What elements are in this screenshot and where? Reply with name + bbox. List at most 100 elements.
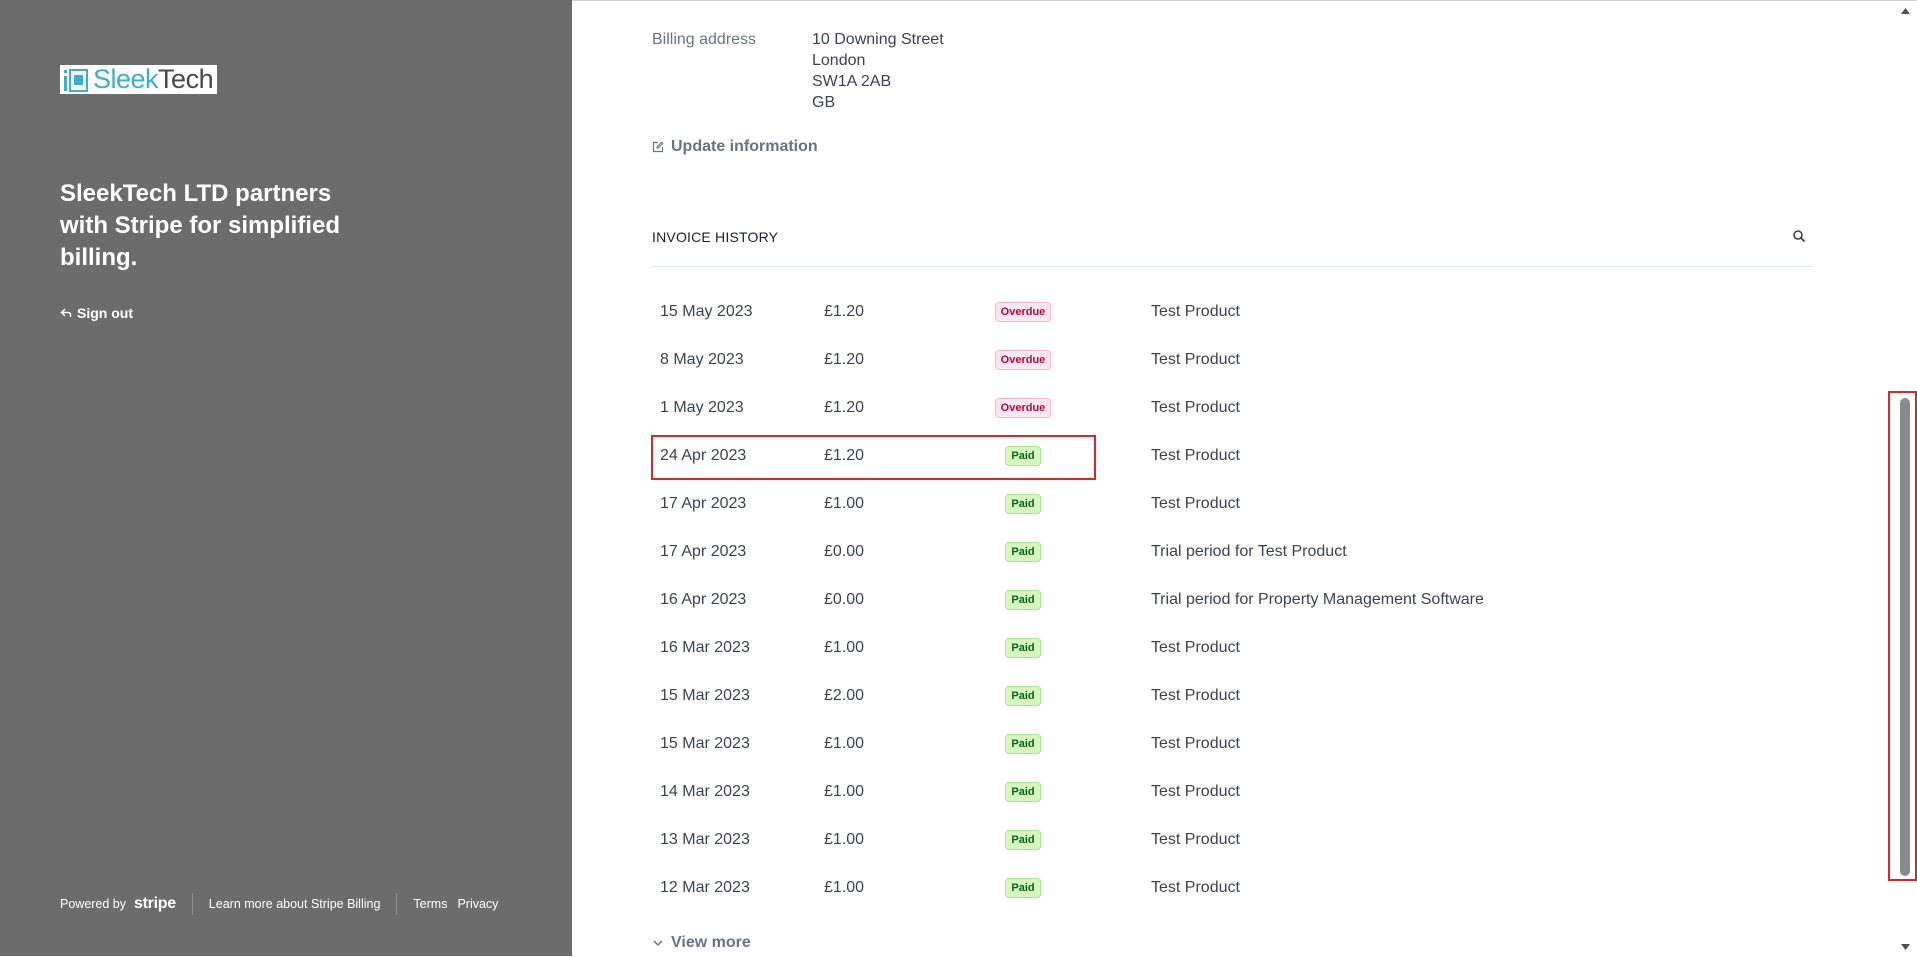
status-badge-wrap: Paid xyxy=(980,734,1066,754)
invoice-row[interactable]: 15 May 2023 £1.20 Overdue Test Product xyxy=(652,288,1813,336)
status-badge-wrap: Paid xyxy=(980,590,1066,610)
status-badge-wrap: Paid xyxy=(980,494,1066,514)
invoice-date: 16 Apr 2023 xyxy=(660,591,747,608)
invoice-history-divider xyxy=(652,266,1813,267)
address-line: 10 Downing Street xyxy=(812,31,944,48)
stripe-logo: stripe xyxy=(134,895,176,912)
invoice-amount: £0.00 xyxy=(824,543,865,560)
invoice-amount: £1.20 xyxy=(824,447,865,464)
invoice-amount: £1.00 xyxy=(824,783,865,800)
status-badge-wrap: Paid xyxy=(980,830,1066,850)
scroll-down-arrow-icon[interactable] xyxy=(1899,941,1911,953)
invoice-description: Test Product xyxy=(1151,831,1240,848)
invoice-date: 15 Mar 2023 xyxy=(660,735,750,752)
chevron-down-icon xyxy=(653,940,663,947)
invoice-date: 17 Apr 2023 xyxy=(660,495,747,512)
address-line: GB xyxy=(812,94,836,111)
status-badge: Paid xyxy=(1005,590,1041,610)
invoice-description: Trial period for Test Product xyxy=(1151,543,1347,560)
status-badge: Paid xyxy=(1005,734,1041,754)
address-line: SW1A 2AB xyxy=(812,73,892,90)
invoice-description: Test Product xyxy=(1151,399,1240,416)
invoice-row[interactable]: 17 Apr 2023 £1.00 Paid Test Product xyxy=(652,480,1813,528)
status-badge: Paid xyxy=(1005,878,1041,898)
invoice-date: 16 Mar 2023 xyxy=(660,639,750,656)
scroll-up-arrow-icon[interactable] xyxy=(1899,5,1911,17)
invoice-date: 14 Mar 2023 xyxy=(660,783,750,800)
invoice-amount: £1.20 xyxy=(824,303,865,320)
status-badge: Paid xyxy=(1005,542,1041,562)
address-line: London xyxy=(812,52,866,69)
invoice-description: Test Product xyxy=(1151,639,1240,656)
logo-mark-icon xyxy=(64,68,88,92)
status-badge-wrap: Overdue xyxy=(980,350,1066,370)
invoice-row[interactable]: 16 Apr 2023 £0.00 Paid Trial period for Pro… xyxy=(652,576,1813,624)
vertical-scrollbar[interactable] xyxy=(1893,1,1917,957)
invoice-row[interactable]: 1 May 2023 £1.20 Overdue Test Product xyxy=(652,384,1813,432)
view-more-button[interactable]: View more xyxy=(652,934,751,952)
status-badge-wrap: Overdue xyxy=(980,302,1066,322)
invoice-date: 12 Mar 2023 xyxy=(660,879,750,896)
invoice-date: 24 Apr 2023 xyxy=(660,447,747,464)
learn-more-link[interactable]: Learn more about Stripe Billing xyxy=(209,897,381,911)
invoice-search-button[interactable] xyxy=(1792,229,1806,248)
status-badge-wrap: Paid xyxy=(980,782,1066,802)
sign-out-label: Sign out xyxy=(77,305,133,321)
scrollbar-thumb[interactable] xyxy=(1900,398,1910,876)
brand-sidebar: SleekTech SleekTech LTD partners with St… xyxy=(0,0,572,956)
invoice-description: Test Product xyxy=(1151,783,1240,800)
billing-address-section: Billing address 10 Downing Street London… xyxy=(652,29,944,113)
billing-address-label: Billing address xyxy=(652,31,757,48)
invoice-amount: £1.20 xyxy=(824,351,865,368)
invoice-history-title: INVOICE HISTORY xyxy=(652,229,779,245)
status-badge-wrap: Paid xyxy=(980,446,1066,466)
powered-by-stripe[interactable]: Powered by stripe xyxy=(60,895,176,913)
invoice-date: 15 Mar 2023 xyxy=(660,687,750,704)
status-badge-wrap: Paid xyxy=(980,542,1066,562)
search-icon xyxy=(1793,230,1806,243)
invoice-row[interactable]: 24 Apr 2023 £1.20 Paid Test Product xyxy=(651,432,1813,480)
invoice-row[interactable]: 15 Mar 2023 £1.00 Paid Test Product xyxy=(652,720,1813,768)
invoice-description: Test Product xyxy=(1151,735,1240,752)
invoice-description: Test Product xyxy=(1151,495,1240,512)
invoice-date: 13 Mar 2023 xyxy=(660,831,750,848)
status-badge: Paid xyxy=(1005,638,1041,658)
invoice-date: 1 May 2023 xyxy=(660,399,744,416)
invoice-amount: £1.00 xyxy=(824,735,865,752)
invoice-amount: £1.00 xyxy=(824,495,865,512)
invoice-date: 17 Apr 2023 xyxy=(660,543,747,560)
terms-link[interactable]: Terms xyxy=(413,897,447,911)
status-badge-wrap: Paid xyxy=(980,686,1066,706)
invoice-amount: £1.20 xyxy=(824,399,865,416)
status-badge: Overdue xyxy=(994,398,1052,418)
status-badge: Overdue xyxy=(994,302,1052,322)
sign-out-icon xyxy=(60,308,72,317)
invoice-description: Trial period for Property Management Sof… xyxy=(1151,591,1484,608)
invoice-row[interactable]: 8 May 2023 £1.20 Overdue Test Product xyxy=(652,336,1813,384)
update-information-button[interactable]: Update information xyxy=(652,138,818,156)
status-badge: Paid xyxy=(1005,686,1041,706)
sidebar-footer: Powered by stripe Learn more about Strip… xyxy=(60,893,498,915)
invoice-list: 15 May 2023 £1.20 Overdue Test Product 8 May… xyxy=(651,288,1813,912)
invoice-row[interactable]: 12 Mar 2023 £1.00 Paid Test Product xyxy=(652,864,1813,912)
invoice-description: Test Product xyxy=(1151,879,1240,896)
invoice-row[interactable]: 17 Apr 2023 £0.00 Paid Trial period for Tes… xyxy=(652,528,1813,576)
status-badge-wrap: Overdue xyxy=(980,398,1066,418)
invoice-row[interactable]: 13 Mar 2023 £1.00 Paid Test Product xyxy=(652,816,1813,864)
invoice-row[interactable]: 16 Mar 2023 £1.00 Paid Test Product xyxy=(652,624,1813,672)
privacy-link[interactable]: Privacy xyxy=(457,897,498,911)
invoice-description: Test Product xyxy=(1151,303,1240,320)
status-badge-wrap: Paid xyxy=(980,638,1066,658)
status-badge: Paid xyxy=(1005,830,1041,850)
edit-icon xyxy=(652,141,664,153)
footer-divider xyxy=(191,893,193,915)
invoice-description: Test Product xyxy=(1151,687,1240,704)
status-badge: Paid xyxy=(1005,494,1041,514)
sign-out-link[interactable]: Sign out xyxy=(60,305,133,321)
invoice-row[interactable]: 14 Mar 2023 £1.00 Paid Test Product xyxy=(652,768,1813,816)
status-badge: Overdue xyxy=(994,350,1052,370)
invoice-row[interactable]: 15 Mar 2023 £2.00 Paid Test Product xyxy=(652,672,1813,720)
invoice-amount: £1.00 xyxy=(824,831,865,848)
invoice-description: Test Product xyxy=(1151,447,1240,464)
invoice-description: Test Product xyxy=(1151,351,1240,368)
